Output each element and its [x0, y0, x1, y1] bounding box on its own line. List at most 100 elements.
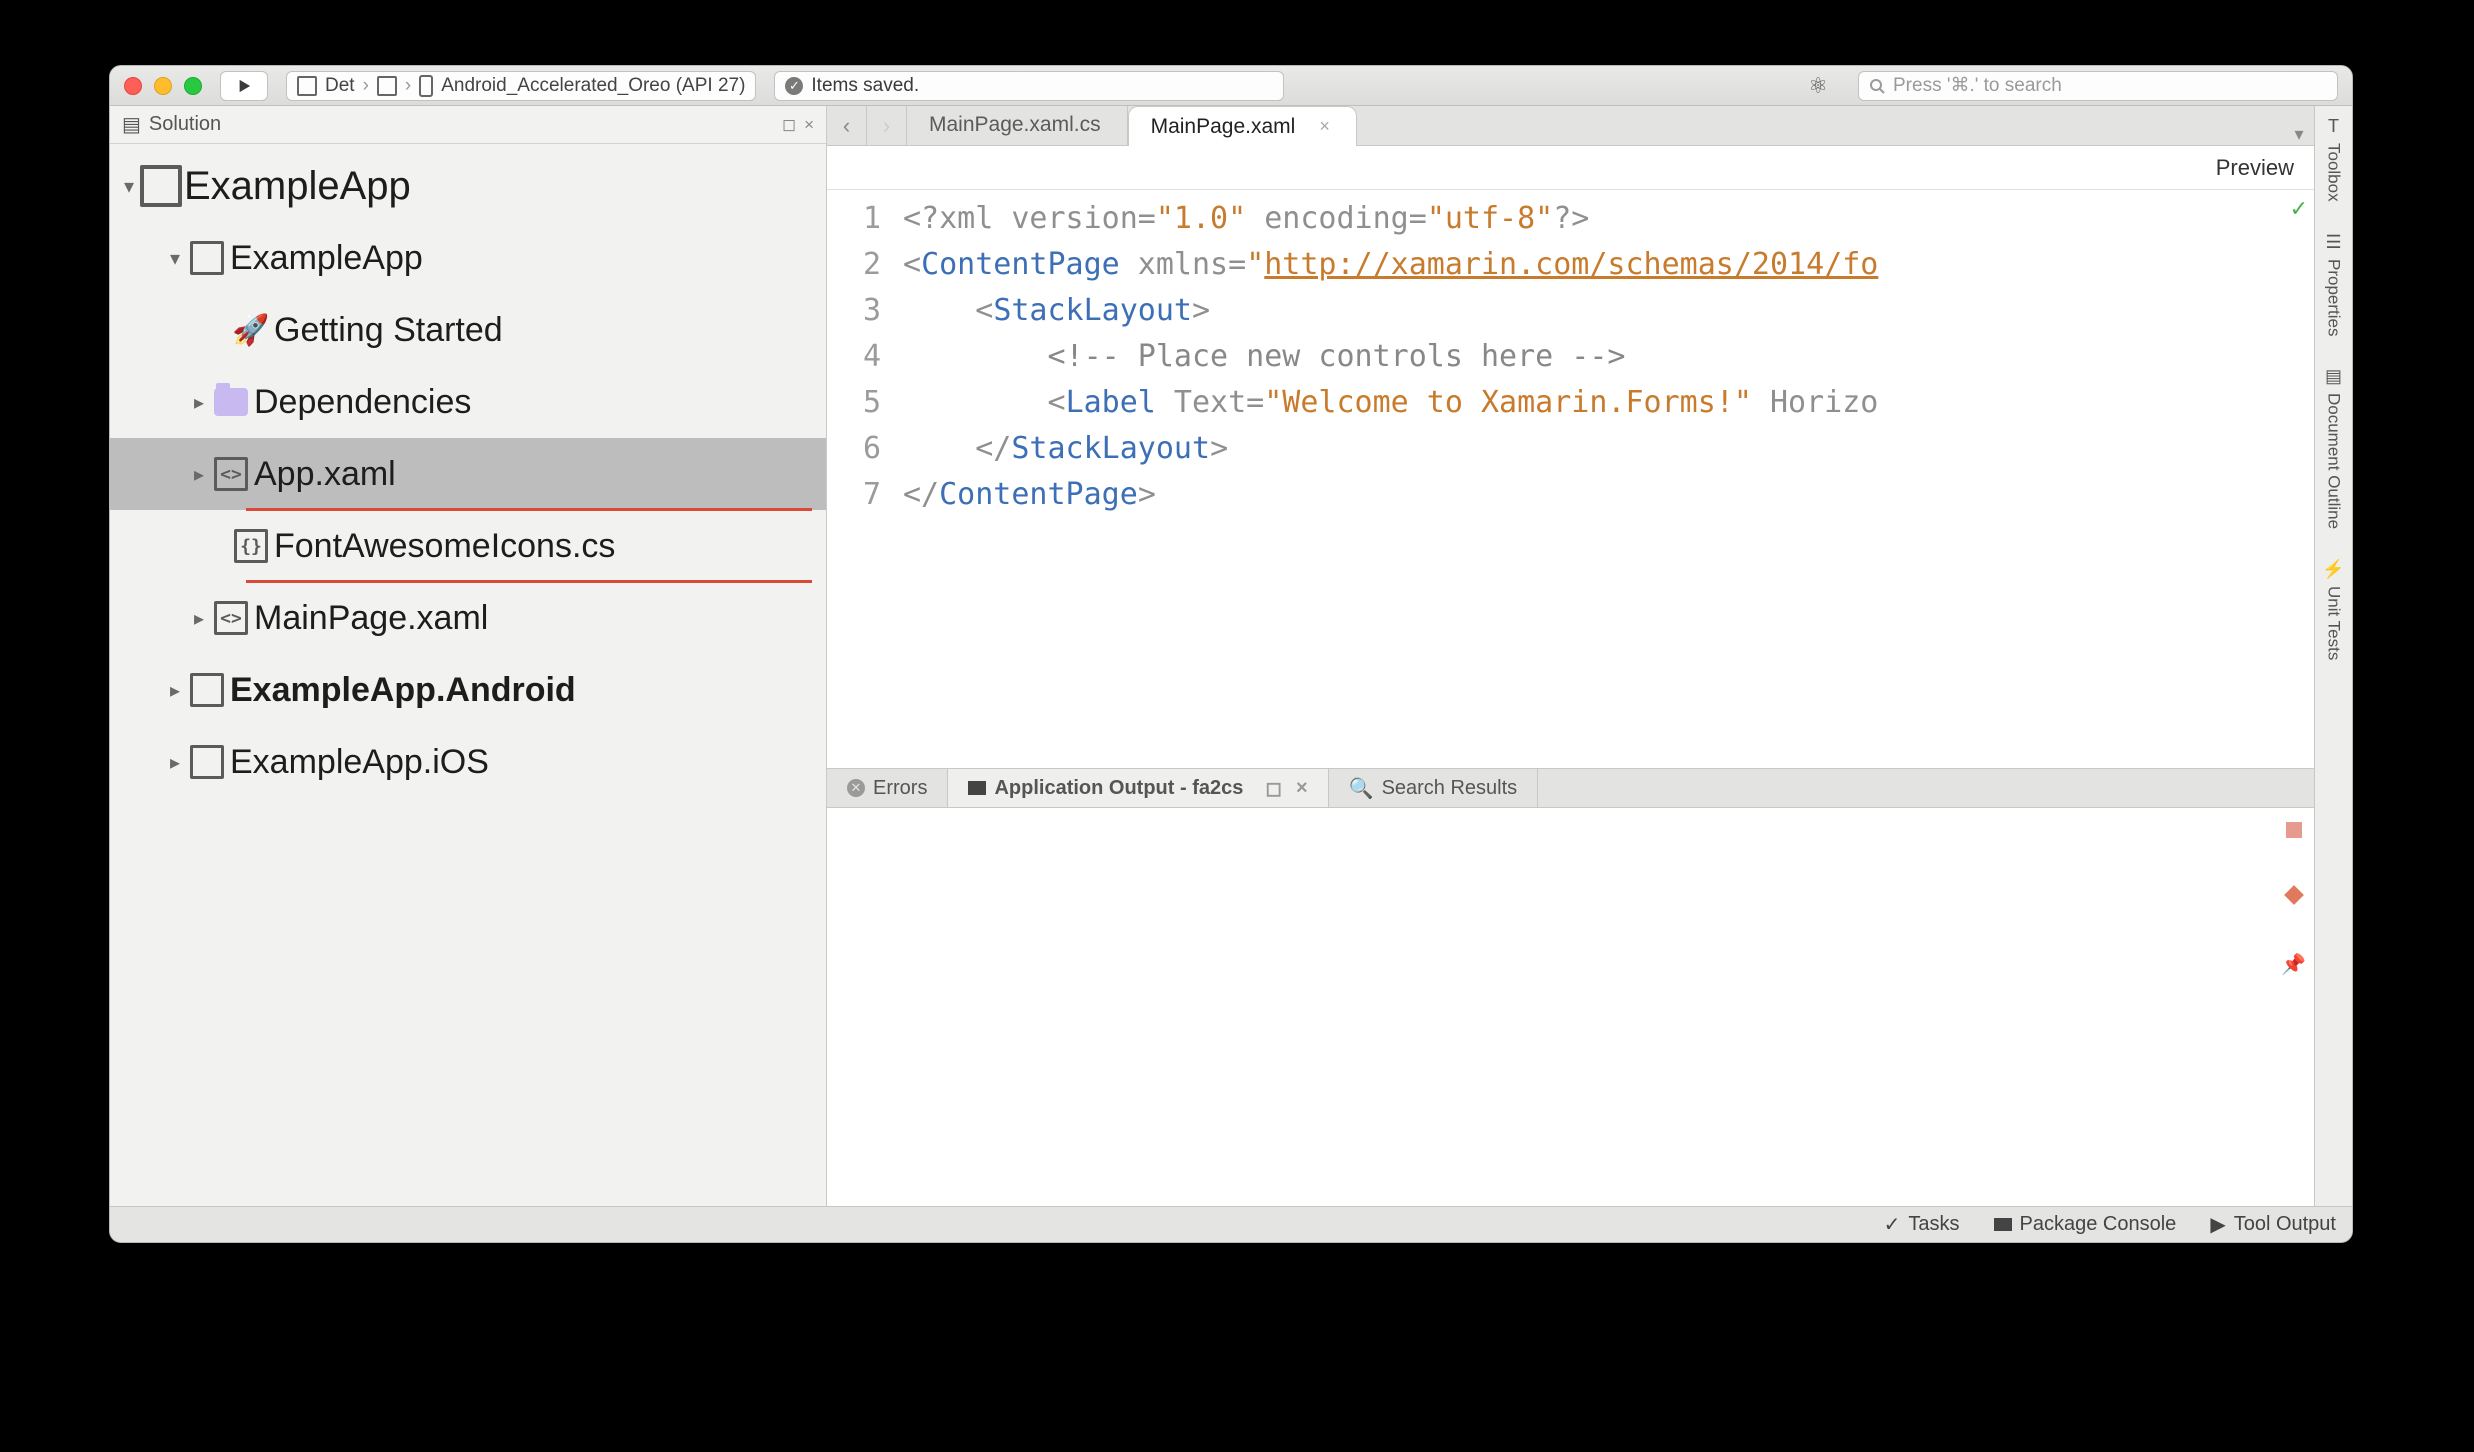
tree-item-fontawesomeicons[interactable]: {} FontAwesomeIcons.cs: [110, 510, 826, 582]
tab-mainpage-xaml[interactable]: MainPage.xaml ×: [1128, 106, 1357, 146]
tree-item-label: MainPage.xaml: [254, 599, 488, 638]
rail-unit-tests[interactable]: ⚡ Unit Tests: [2322, 559, 2344, 660]
tree-item-app-xaml[interactable]: ▸ <> App.xaml: [110, 438, 826, 510]
output-pane-gutter: 📌: [2281, 822, 2306, 977]
tab-label: MainPage.xaml.cs: [929, 113, 1101, 137]
tab-label: MainPage.xaml: [1151, 115, 1296, 139]
project-icon: [190, 673, 224, 707]
check-icon: ✓: [1884, 1212, 1901, 1237]
xaml-file-icon: <>: [214, 601, 248, 635]
panel-close-button[interactable]: ×: [1296, 777, 1308, 800]
maximize-window-button[interactable]: [184, 77, 202, 95]
statusbar-package-console[interactable]: Package Console: [1994, 1213, 2177, 1236]
right-rail: T Toolbox ☰ Properties ▤ Document Outlin…: [2314, 106, 2352, 1206]
editor-column: ‹ › MainPage.xaml.cs MainPage.xaml × ▾ P…: [827, 106, 2314, 1206]
project-icon: [190, 241, 224, 275]
bottom-panel-tabs: ✕ Errors Application Output - fa2cs ◻ × …: [827, 768, 2314, 808]
panel-close-button[interactable]: ×: [804, 115, 814, 135]
caret-right-icon[interactable]: ▸: [190, 606, 208, 631]
rocket-icon: 🚀: [232, 313, 269, 348]
rail-properties[interactable]: ☰ Properties: [2324, 232, 2344, 336]
global-search-input[interactable]: Press '⌘.' to search: [1858, 71, 2338, 101]
statusbar-tasks[interactable]: ✓ Tasks: [1884, 1212, 1960, 1237]
tree-item-label: ExampleApp.Android: [230, 671, 576, 710]
solution-icon: [140, 165, 182, 207]
rail-toolbox[interactable]: T Toolbox: [2324, 116, 2344, 202]
bottom-tab-search-results[interactable]: 🔍 Search Results: [1329, 769, 1539, 807]
solution-panel: ▤ Solution ◻ × ▾ ExampleApp ▾ ExampleApp: [110, 106, 827, 1206]
run-configuration[interactable]: Det › › Android_Accelerated_Oreo (API 27…: [286, 71, 756, 101]
tab-close-button[interactable]: ×: [1319, 116, 1330, 137]
minimize-window-button[interactable]: [154, 77, 172, 95]
caret-right-icon[interactable]: ▸: [190, 390, 208, 415]
unit-tests-icon: ⚡: [2322, 559, 2344, 580]
titlebar: Det › › Android_Accelerated_Oreo (API 27…: [110, 66, 2352, 106]
tree-item-dependencies[interactable]: ▸ Dependencies: [110, 366, 826, 438]
nav-back-button[interactable]: ‹: [827, 106, 867, 145]
project-icon: [377, 76, 397, 96]
caret-right-icon[interactable]: ▸: [190, 462, 208, 487]
solution-tree[interactable]: ▾ ExampleApp ▾ ExampleApp 🚀 Getting Star…: [110, 144, 826, 1206]
tree-item-exampleapp[interactable]: ▾ ExampleApp: [110, 222, 826, 294]
rail-label: Unit Tests: [2324, 586, 2344, 660]
code-content[interactable]: <?xml version="1.0" encoding="utf-8"?> <…: [897, 190, 2314, 768]
bottom-tab-label: Application Output - fa2cs: [994, 777, 1243, 800]
cs-file-icon: {}: [234, 529, 268, 563]
chevron-right-icon: ›: [363, 75, 369, 97]
statusbar-label: Package Console: [2020, 1213, 2177, 1236]
caret-right-icon[interactable]: ▸: [166, 750, 184, 775]
status-text: Items saved.: [811, 75, 919, 97]
output-pane[interactable]: 📌: [827, 808, 2314, 1206]
code-editor[interactable]: ✓ 1 2 3 4 5 6 7 <?xml version="1.0" enco…: [827, 190, 2314, 768]
solution-header-label: Solution: [149, 113, 221, 136]
tree-item-label: ExampleApp: [230, 239, 423, 278]
panel-float-button[interactable]: ◻: [1265, 776, 1282, 801]
caret-down-icon[interactable]: ▾: [166, 246, 184, 271]
caret-right-icon[interactable]: ▸: [166, 678, 184, 703]
terminal-icon: [968, 781, 986, 795]
rail-document-outline[interactable]: ▤ Document Outline: [2324, 366, 2344, 529]
device-icon: [419, 75, 433, 97]
config-target-label: Android_Accelerated_Oreo (API 27): [441, 75, 745, 97]
tree-item-label: App.xaml: [254, 455, 396, 494]
tree-item-exampleapp-ios[interactable]: ▸ ExampleApp.iOS: [110, 726, 826, 798]
rail-label: Properties: [2324, 259, 2344, 336]
bottom-tab-output[interactable]: Application Output - fa2cs ◻ ×: [948, 769, 1328, 807]
ide-window: Det › › Android_Accelerated_Oreo (API 27…: [109, 65, 2353, 1243]
run-button[interactable]: [220, 71, 268, 101]
tree-item-mainpage-xaml[interactable]: ▸ <> MainPage.xaml: [110, 582, 826, 654]
search-placeholder: Press '⌘.' to search: [1893, 74, 2062, 97]
statusbar-label: Tasks: [1908, 1213, 1959, 1236]
editor-tabbar: ‹ › MainPage.xaml.cs MainPage.xaml × ▾: [827, 106, 2314, 146]
bottom-tab-errors[interactable]: ✕ Errors: [827, 769, 948, 807]
marker-icon[interactable]: [2284, 885, 2304, 905]
play-icon: ▶: [2210, 1212, 2225, 1237]
close-window-button[interactable]: [124, 77, 142, 95]
line-gutter: 1 2 3 4 5 6 7: [827, 190, 897, 768]
solution-root[interactable]: ▾ ExampleApp: [110, 150, 826, 222]
toolbox-icon: T: [2328, 116, 2339, 137]
preview-button[interactable]: Preview: [2216, 155, 2294, 181]
solution-panel-header: ▤ Solution ◻ ×: [110, 106, 826, 144]
status-bar: ✓ Items saved.: [774, 71, 1284, 101]
config-project-label: Det: [325, 75, 355, 97]
pin-icon[interactable]: 📌: [2281, 952, 2306, 977]
tree-item-label: Getting Started: [274, 311, 503, 350]
tree-item-exampleapp-android[interactable]: ▸ ExampleApp.Android: [110, 654, 826, 726]
tab-overflow-button[interactable]: ▾: [2284, 124, 2314, 145]
editor-toolbar: Preview: [827, 146, 2314, 190]
project-icon: [190, 745, 224, 779]
atom-icon[interactable]: ⚛: [1808, 73, 1828, 99]
document-outline-icon: ▤: [2325, 366, 2342, 387]
error-icon: ✕: [847, 779, 865, 797]
panel-float-button[interactable]: ◻: [782, 115, 796, 135]
nav-forward-button[interactable]: ›: [867, 106, 907, 145]
solution-root-label: ExampleApp: [184, 164, 411, 209]
statusbar-tool-output[interactable]: ▶ Tool Output: [2210, 1212, 2336, 1237]
tab-mainpage-xaml-cs[interactable]: MainPage.xaml.cs: [907, 106, 1128, 145]
tree-item-getting-started[interactable]: 🚀 Getting Started: [110, 294, 826, 366]
tree-item-label: ExampleApp.iOS: [230, 743, 489, 782]
marker-icon[interactable]: [2286, 822, 2302, 838]
caret-down-icon[interactable]: ▾: [120, 174, 138, 199]
status-ok-icon: ✓: [2290, 196, 2308, 222]
